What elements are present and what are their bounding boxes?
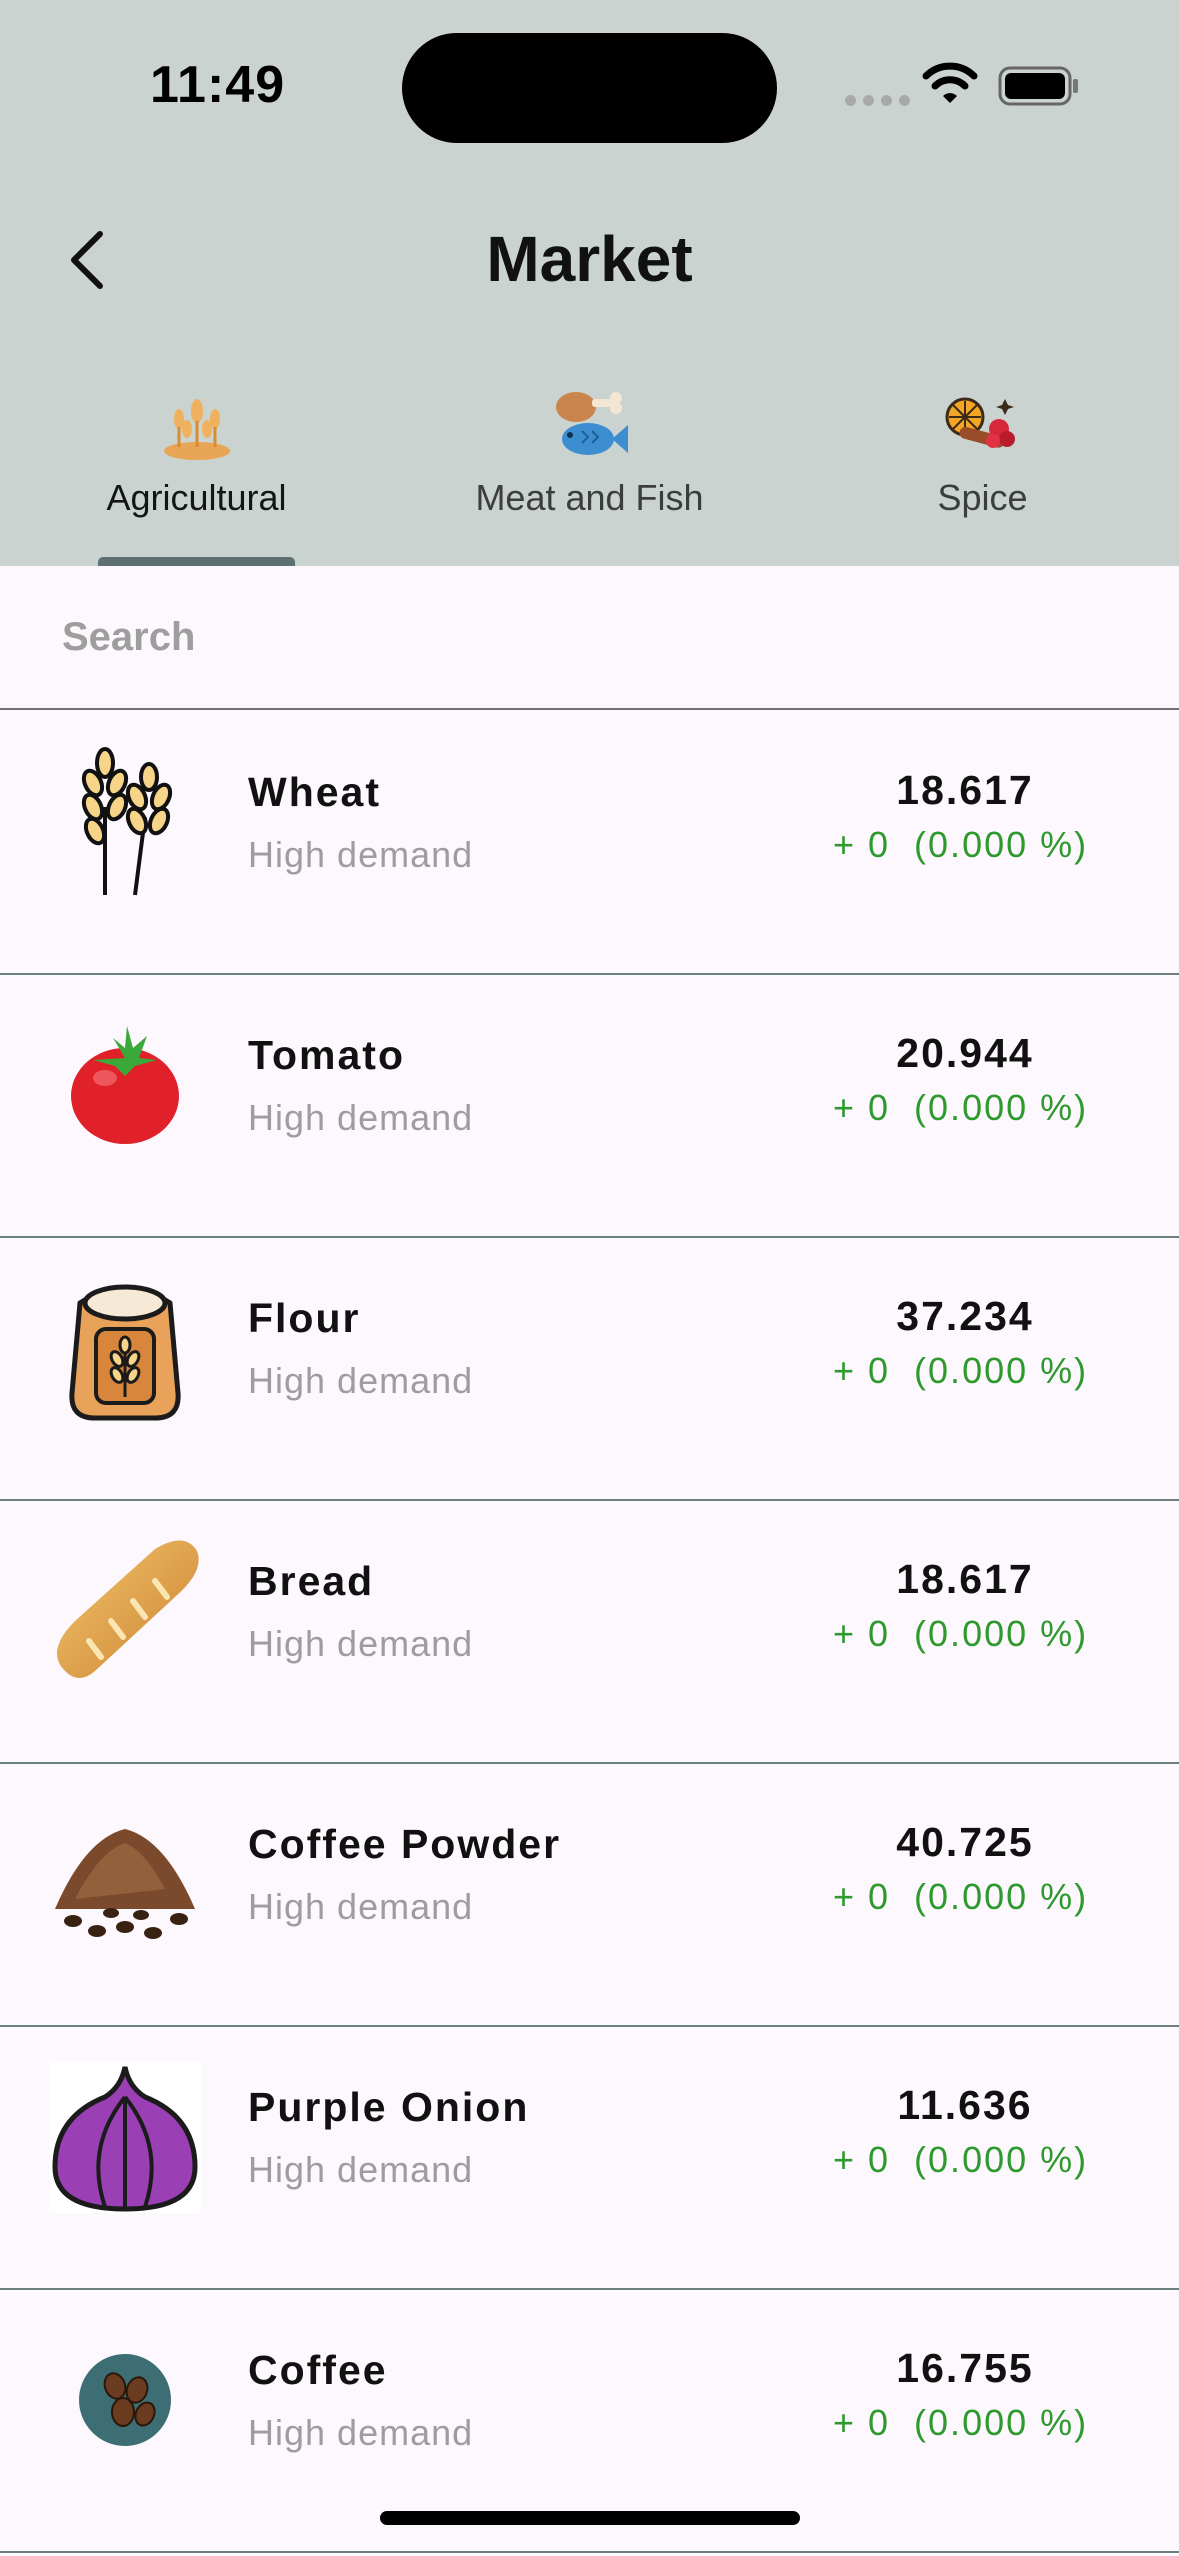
app-header: 11:49 Market Agricultural Meat and Fish … — [0, 0, 1179, 566]
item-name: Coffee Powder — [248, 1821, 562, 1867]
meat-fish-icon — [555, 392, 628, 455]
item-change: + 0 (0.000 %) — [833, 1613, 1089, 1654]
tab-meat-and-fish[interactable]: Meat and Fish — [393, 385, 786, 519]
item-name: Wheat — [248, 769, 381, 815]
list-item[interactable]: Wheat High demand 18.617 + 0 (0.000 %) — [0, 712, 1179, 975]
item-price: 16.755 — [896, 2345, 1034, 2391]
wheat-icon — [45, 742, 205, 902]
item-change: + 0 (0.000 %) — [833, 1087, 1089, 1128]
item-price: 40.725 — [896, 1819, 1034, 1865]
tab-spice[interactable]: Spice — [786, 385, 1179, 519]
page-title: Market — [486, 223, 693, 295]
tab-label: Agricultural — [106, 477, 287, 518]
item-name: Purple Onion — [248, 2084, 530, 2130]
item-price: 20.944 — [896, 1030, 1034, 1076]
list-item[interactable]: Coffee Powder High demand 40.725 + 0 (0.… — [0, 1764, 1179, 2027]
item-change: + 0 (0.000 %) — [833, 2139, 1089, 2180]
list-item[interactable]: Tomato High demand 20.944 + 0 (0.000 %) — [0, 975, 1179, 1238]
status-time: 11:49 — [150, 56, 286, 114]
item-change: + 0 (0.000 %) — [833, 2402, 1089, 2443]
search-input[interactable] — [60, 606, 1124, 668]
wifi-icon — [922, 62, 978, 103]
item-price: 18.617 — [896, 767, 1034, 813]
coffee-powder-icon — [45, 1794, 205, 1954]
home-indicator[interactable] — [380, 2511, 800, 2525]
item-price: 18.617 — [896, 1556, 1034, 1602]
item-status: High demand — [248, 1886, 474, 1927]
search-bar — [0, 566, 1179, 710]
item-change: + 0 (0.000 %) — [833, 824, 1089, 865]
item-change: + 0 (0.000 %) — [833, 1876, 1089, 1917]
item-status: High demand — [248, 1097, 474, 1138]
item-status: High demand — [248, 1360, 474, 1401]
tab-label: Spice — [937, 477, 1028, 518]
item-price: 11.636 — [897, 2082, 1033, 2128]
list-item[interactable]: Bread High demand 18.617 + 0 (0.000 %) — [0, 1501, 1179, 1764]
onion-icon — [45, 2057, 205, 2217]
item-status: High demand — [248, 1623, 474, 1664]
list-item[interactable]: Purple Onion High demand 11.636 + 0 (0.0… — [0, 2027, 1179, 2290]
tab-agricultural[interactable]: Agricultural — [0, 385, 393, 519]
list-item[interactable]: Flour High demand 37.234 + 0 (0.000 %) — [0, 1238, 1179, 1501]
wheat-field-icon — [163, 399, 230, 460]
item-change: + 0 (0.000 %) — [833, 1350, 1089, 1391]
spice-icon — [945, 397, 1015, 448]
tab-label: Meat and Fish — [475, 477, 704, 518]
coffee-beans-icon — [45, 2320, 205, 2480]
item-price: 37.234 — [896, 1293, 1034, 1339]
dynamic-island — [402, 33, 777, 143]
battery-icon — [998, 66, 1078, 106]
active-tab-indicator — [98, 557, 295, 566]
item-name: Flour — [248, 1295, 361, 1341]
bread-icon — [45, 1531, 205, 1691]
item-status: High demand — [248, 2149, 474, 2190]
item-name: Coffee — [248, 2347, 388, 2393]
cellular-signal-icon — [845, 95, 910, 106]
item-status: High demand — [248, 834, 474, 875]
market-list: Wheat High demand 18.617 + 0 (0.000 %) T… — [0, 712, 1179, 2553]
item-name: Tomato — [248, 1032, 406, 1078]
tomato-icon — [45, 1005, 205, 1165]
item-name: Bread — [248, 1558, 375, 1604]
item-status: High demand — [248, 2412, 474, 2453]
flour-sack-icon — [45, 1268, 205, 1428]
